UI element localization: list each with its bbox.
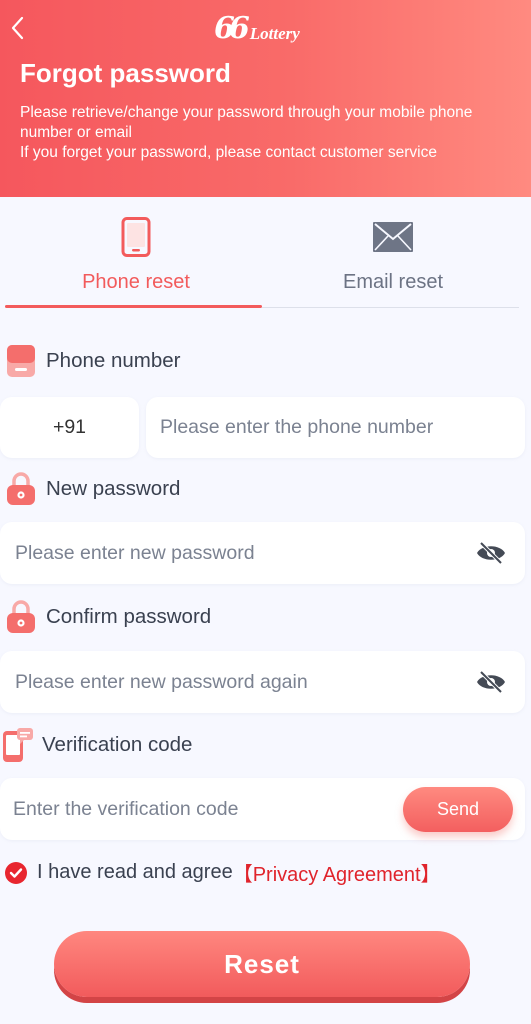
label-text: Verification code bbox=[42, 733, 193, 756]
phone-icon bbox=[121, 217, 151, 257]
phone-number-input[interactable] bbox=[160, 416, 525, 439]
eye-off-icon bbox=[477, 671, 505, 693]
label-text: Phone number bbox=[46, 349, 181, 372]
agree-checkbox[interactable] bbox=[5, 861, 27, 884]
chevron-left-icon bbox=[11, 16, 24, 40]
new-password-field bbox=[0, 522, 525, 584]
new-password-input[interactable] bbox=[15, 541, 475, 565]
confirm-password-input[interactable] bbox=[15, 670, 475, 694]
logo-text: Lottery bbox=[249, 24, 300, 43]
country-code-select[interactable]: +91 bbox=[0, 397, 139, 458]
tab-email-reset[interactable]: Email reset bbox=[262, 197, 524, 309]
phone-number-label: Phone number bbox=[4, 344, 180, 378]
description-line-1: Please retrieve/change your password thr… bbox=[20, 104, 473, 141]
app-logo: 66 Lottery bbox=[214, 4, 300, 48]
eye-off-icon bbox=[477, 542, 505, 564]
agree-text: I have read and agree bbox=[37, 861, 233, 883]
page-title: Forgot password bbox=[20, 58, 231, 88]
privacy-agreement-link[interactable]: 【Privacy Agreement】 bbox=[233, 858, 441, 887]
active-tab-indicator bbox=[5, 305, 262, 308]
phone-number-field bbox=[146, 397, 525, 458]
back-button[interactable] bbox=[6, 14, 28, 42]
privacy-agreement: I have read and agree 【Privacy Agreement… bbox=[5, 858, 441, 887]
reset-button[interactable]: Reset bbox=[54, 931, 470, 997]
confirm-password-field bbox=[0, 651, 525, 713]
envelope-icon bbox=[373, 222, 413, 252]
reset-method-tabs: Phone reset Email reset bbox=[0, 197, 531, 309]
verification-code-label: Verification code bbox=[0, 727, 192, 763]
sms-phone-icon bbox=[3, 728, 33, 762]
page-description: Please retrieve/change your password thr… bbox=[20, 103, 520, 163]
lock-icon bbox=[7, 600, 35, 633]
toggle-confirm-visibility[interactable] bbox=[475, 670, 507, 694]
confirm-password-label: Confirm password bbox=[4, 600, 211, 634]
logo-number: 66 bbox=[214, 11, 250, 46]
tab-phone-reset[interactable]: Phone reset bbox=[5, 197, 267, 309]
lock-icon bbox=[7, 472, 35, 505]
checkmark-icon bbox=[9, 867, 23, 878]
description-line-2: If you forget your password, please cont… bbox=[20, 144, 437, 161]
new-password-label: New password bbox=[4, 472, 180, 506]
tab-label: Phone reset bbox=[82, 271, 190, 293]
tab-divider bbox=[262, 307, 519, 308]
verification-code-field: Send bbox=[0, 778, 525, 840]
send-code-button[interactable]: Send bbox=[403, 786, 513, 832]
phone-field-icon bbox=[7, 345, 35, 377]
label-text: Confirm password bbox=[46, 605, 212, 628]
toggle-password-visibility[interactable] bbox=[475, 541, 507, 565]
verification-code-input[interactable] bbox=[13, 797, 403, 821]
header-banner: 66 Lottery Forgot password Please retrie… bbox=[0, 0, 531, 197]
tab-label: Email reset bbox=[342, 271, 444, 293]
country-code-value: +91 bbox=[52, 416, 87, 438]
label-text: New password bbox=[46, 477, 181, 500]
